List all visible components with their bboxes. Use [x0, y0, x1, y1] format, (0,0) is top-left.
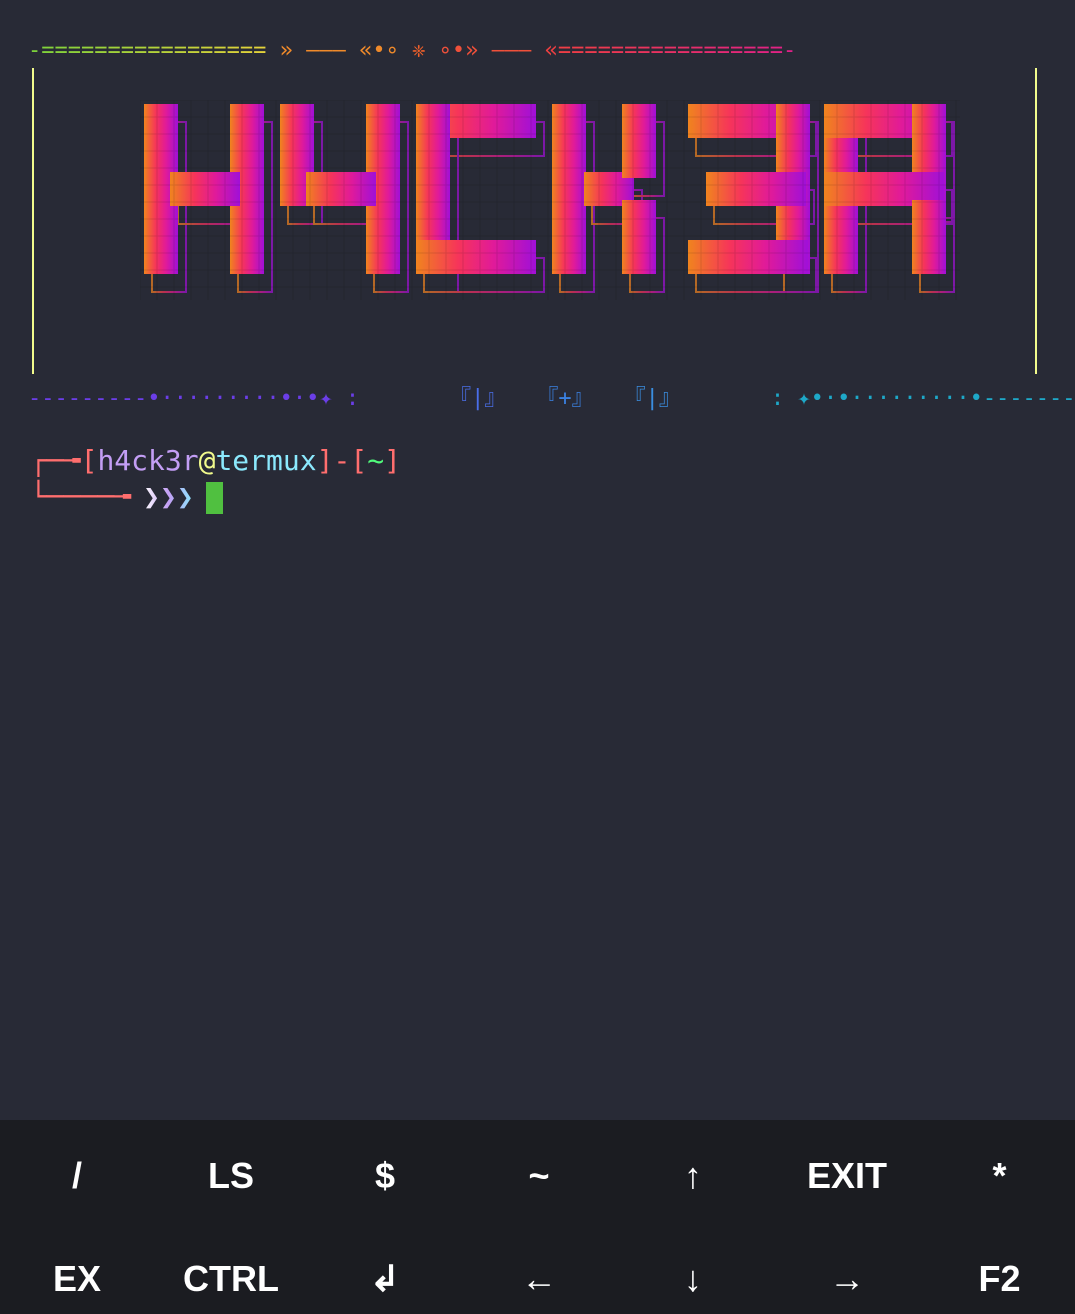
key-dollar[interactable]: $: [308, 1155, 462, 1197]
banner-top-center: ❈: [412, 38, 426, 63]
key-enter[interactable]: ↲: [308, 1258, 462, 1300]
prompt-corner-bottom: └────╼: [30, 480, 132, 513]
banner-top-left: -=================: [28, 38, 267, 63]
prompt-user: h4ck3r: [97, 444, 199, 477]
prompt-dir-close: ]: [384, 444, 401, 477]
prompt-at: @: [198, 444, 216, 477]
prompt-host: termux: [215, 444, 317, 477]
banner-bottom-right: : ✦•·•·········•---------: [770, 386, 1075, 411]
prompt-line-input[interactable]: └────╼ ❯❯❯: [30, 480, 223, 514]
banner-frame-left: [32, 68, 34, 374]
prompt-open-bracket: [: [80, 444, 98, 477]
key-ctrl[interactable]: CTRL: [154, 1258, 308, 1300]
key-left-arrow[interactable]: ←: [462, 1258, 616, 1300]
banner-bottom-decoration: ---------•·········•·•✦ : 『|』 『+』 『|』 : ✦•·•…: [28, 380, 1075, 412]
banner-bottom-seg1: 『|』: [449, 386, 507, 411]
key-slash[interactable]: /: [0, 1155, 154, 1197]
key-up-arrow[interactable]: ↑: [616, 1155, 770, 1197]
prompt-dir: ~: [367, 444, 385, 477]
terminal-cursor: [205, 482, 223, 514]
banner-bottom-seg3: 『|』: [623, 386, 681, 411]
prompt-close-bracket: ]: [316, 444, 334, 477]
key-ex[interactable]: EX: [0, 1258, 154, 1300]
key-down-arrow[interactable]: ↓: [616, 1258, 770, 1300]
prompt-separator: -: [333, 444, 351, 477]
banner-logo: [140, 100, 960, 304]
banner-frame-right: [1035, 68, 1037, 374]
prompt-line-user: ┌─╼[h4ck3r@termux]-[~]: [30, 444, 401, 477]
prompt-corner-top: ┌─╼: [30, 444, 81, 477]
banner-top-right: «=================-: [544, 38, 797, 63]
key-f2[interactable]: F2: [924, 1258, 1075, 1300]
key-right-arrow[interactable]: →: [770, 1258, 924, 1300]
banner-bottom-left: ---------•·········•·•✦ :: [28, 386, 360, 411]
banner-top-mid1: » ——— «•∘: [266, 38, 413, 63]
key-exit[interactable]: EXIT: [770, 1155, 924, 1197]
banner-top-mid2: ∘•» ———: [425, 38, 545, 63]
key-tilde[interactable]: ~: [462, 1155, 616, 1197]
banner-top-decoration: -================= » ——— «•∘ ❈ ∘•» ——— «…: [28, 38, 1048, 63]
banner-logo-art: [140, 100, 960, 300]
banner-bottom-seg2: 『+』: [536, 386, 594, 411]
prompt-dir-open: [: [350, 444, 368, 477]
prompt-arrows: ❯❯❯: [143, 480, 194, 513]
key-asterisk[interactable]: *: [924, 1155, 1075, 1197]
terminal-screen[interactable]: -================= » ——— «•∘ ❈ ∘•» ——— «…: [0, 0, 1075, 1120]
key-ls[interactable]: LS: [154, 1155, 308, 1197]
